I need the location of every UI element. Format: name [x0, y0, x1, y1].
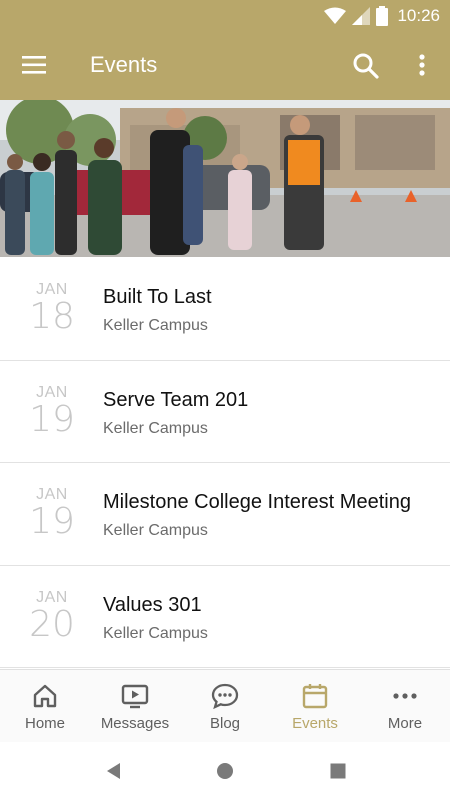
- nav-more[interactable]: More: [360, 670, 450, 742]
- event-campus: Keller Campus: [103, 419, 208, 437]
- system-nav-bar: [0, 742, 450, 800]
- nav-home[interactable]: Home: [0, 670, 90, 742]
- signal-icon: [352, 7, 370, 25]
- event-name: Built To Last: [103, 286, 212, 308]
- hero-image: [0, 100, 450, 257]
- event-day: 18: [29, 296, 75, 337]
- event-date: JAN 20: [22, 589, 82, 645]
- battery-icon: [376, 6, 388, 26]
- status-icons: [324, 6, 388, 26]
- back-icon[interactable]: [104, 761, 122, 781]
- video-icon: [121, 684, 149, 709]
- nav-messages[interactable]: Messages: [90, 670, 180, 742]
- event-name: Values 301: [103, 593, 202, 616]
- event-date: JAN 19: [22, 384, 82, 440]
- chat-icon: [211, 683, 239, 710]
- overflow-menu-icon[interactable]: [412, 52, 432, 80]
- event-item[interactable]: JAN 19 Serve Team 201 Keller Campus: [0, 361, 450, 463]
- event-item[interactable]: JAN 18 Built To Last Keller Campus: [0, 258, 450, 361]
- event-name: Serve Team 201: [103, 388, 249, 411]
- nav-label: Events: [292, 715, 338, 732]
- event-list: JAN 18 Built To Last Keller Campus JAN 1…: [0, 258, 450, 668]
- event-campus: Keller Campus: [103, 317, 208, 334]
- event-date: JAN 18: [22, 282, 82, 336]
- wifi-icon: [324, 7, 346, 24]
- nav-label: More: [387, 715, 423, 732]
- event-campus: Keller Campus: [103, 522, 208, 539]
- home-icon: [33, 684, 57, 708]
- home-circle-icon[interactable]: [216, 761, 234, 781]
- status-time: 10:26: [397, 6, 440, 25]
- nav-events[interactable]: Events: [270, 670, 360, 742]
- menu-icon[interactable]: [22, 54, 48, 76]
- recents-icon[interactable]: [329, 761, 347, 781]
- bottom-nav: Home Messages Blog Events More: [0, 669, 450, 742]
- calendar-icon: [302, 684, 328, 709]
- event-day: 19: [29, 398, 75, 440]
- event-date: JAN 19: [22, 487, 82, 541]
- nav-blog[interactable]: Blog: [180, 670, 270, 742]
- event-campus: Keller Campus: [103, 624, 208, 642]
- page-title: Events: [90, 52, 158, 77]
- event-day: 20: [29, 603, 75, 645]
- nav-label: Messages: [100, 715, 170, 732]
- event-day: 19: [29, 501, 75, 542]
- event-item[interactable]: JAN 19 Milestone College Interest Meetin…: [0, 463, 450, 566]
- event-name: Milestone College Interest Meeting: [103, 491, 411, 513]
- more-horizontal-icon: [393, 693, 417, 699]
- event-item[interactable]: JAN 20 Values 301 Keller Campus: [0, 566, 450, 668]
- nav-label: Home: [24, 715, 65, 732]
- status-bar: 10:26: [0, 0, 450, 32]
- app-bar: Events: [0, 32, 450, 100]
- search-icon[interactable]: [352, 52, 380, 80]
- nav-label: Blog: [209, 715, 241, 732]
